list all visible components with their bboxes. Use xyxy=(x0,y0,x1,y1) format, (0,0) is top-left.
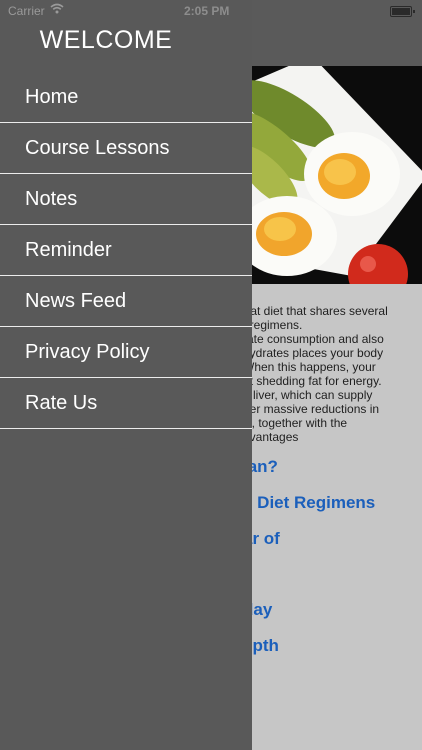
article-hero-image xyxy=(252,66,422,284)
status-time: 2:05 PM xyxy=(184,4,230,18)
menu-item-notes[interactable]: Notes xyxy=(0,174,252,225)
side-drawer: Carrier 2:05 PM WELCOME Home Course Less… xyxy=(0,0,252,750)
menu-item-reminder[interactable]: Reminder xyxy=(0,225,252,276)
menu-item-rate-us[interactable]: Rate Us xyxy=(0,378,252,429)
toc-link[interactable]: epth xyxy=(252,636,279,656)
menu-item-home[interactable]: Home xyxy=(0,72,252,123)
drawer-title: WELCOME xyxy=(39,26,173,54)
toc-link[interactable]: lan? xyxy=(252,457,278,477)
toc-link[interactable]: c Diet Regimens xyxy=(252,493,375,513)
drawer-menu: Home Course Lessons Notes Reminder News … xyxy=(0,72,252,429)
egg-avocado-plate-image xyxy=(252,66,422,284)
status-bar: Carrier 2:05 PM xyxy=(0,0,252,20)
menu-item-privacy-policy[interactable]: Privacy Policy xyxy=(0,327,252,378)
wifi-icon xyxy=(50,3,64,17)
toc-link[interactable]: day xyxy=(252,600,272,620)
article-content: -fat diet that shares several t regimens… xyxy=(252,300,422,750)
menu-item-course-lessons[interactable]: Course Lessons xyxy=(0,123,252,174)
carrier-label: Carrier xyxy=(8,4,45,18)
toc-link[interactable]: ar of xyxy=(252,529,280,549)
battery-icon xyxy=(390,6,415,17)
article-paragraph: -fat diet that shares several t regimens… xyxy=(252,304,388,444)
menu-item-news-feed[interactable]: News Feed xyxy=(0,276,252,327)
